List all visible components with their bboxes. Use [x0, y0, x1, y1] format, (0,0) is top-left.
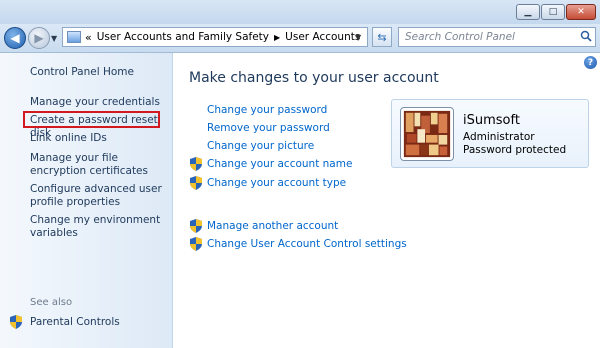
account-role: Administrator [463, 131, 535, 143]
uac-shield-icon [190, 176, 202, 190]
uac-shield-icon [190, 219, 202, 233]
forward-button[interactable]: ▶ [28, 27, 50, 49]
account-status: Password protected [463, 144, 567, 156]
task-configure-advanced-user-profile-properties[interactable]: Configure advanced user profile properti… [30, 183, 170, 209]
task-manage-file-encryption-certificates[interactable]: Manage your file encryption certificates [30, 152, 170, 178]
maximize-button[interactable]: □ [541, 4, 565, 20]
history-dropdown-icon[interactable]: ▼ [51, 34, 57, 43]
page-title: Make changes to your user account [189, 70, 439, 86]
back-button[interactable]: ◀ [4, 27, 26, 49]
content-pane [173, 53, 600, 348]
help-icon[interactable]: ? [584, 56, 597, 69]
manage-another-account-link[interactable]: Manage another account [207, 220, 338, 232]
uac-shield-icon [190, 237, 202, 251]
account-name: iSumsoft [463, 113, 520, 128]
breadcrumb-user-accounts[interactable]: User Accounts [285, 31, 360, 43]
uac-shield-icon [190, 157, 202, 171]
overflow-chevron-icon[interactable]: « [85, 31, 92, 44]
parental-controls-link[interactable]: Parental Controls [30, 316, 170, 329]
highlight-box [23, 111, 160, 128]
avatar [400, 107, 454, 161]
uac-shield-icon [10, 315, 22, 329]
task-change-environment-variables[interactable]: Change my environment variables [30, 214, 170, 240]
search-icon[interactable] [580, 30, 592, 42]
refresh-icon: ⇆ [377, 30, 387, 44]
change-account-name-link[interactable]: Change your account name [207, 158, 352, 170]
change-password-link[interactable]: Change your password [207, 104, 327, 116]
search-input[interactable]: Search Control Panel [398, 27, 596, 47]
change-account-type-link[interactable]: Change your account type [207, 177, 346, 189]
breadcrumb-user-accounts-family-safety[interactable]: User Accounts and Family Safety [97, 31, 269, 43]
forward-arrow-icon: ▶ [34, 31, 44, 45]
refresh-button[interactable]: ⇆ [372, 27, 392, 47]
breadcrumb-separator-icon[interactable]: ▶ [274, 33, 280, 42]
uac-settings-link[interactable]: Change User Account Control settings [207, 238, 407, 250]
control-panel-home-link[interactable]: Control Panel Home [30, 66, 170, 79]
remove-password-link[interactable]: Remove your password [207, 122, 330, 134]
back-arrow-icon: ◀ [10, 31, 20, 45]
minimize-button[interactable]: ▁ [516, 4, 540, 20]
address-bar[interactable]: « User Accounts and Family Safety ▶ User… [62, 27, 368, 47]
change-picture-link[interactable]: Change your picture [207, 140, 314, 152]
title-bar [0, 0, 600, 24]
address-dropdown-icon[interactable]: ▼ [355, 33, 361, 42]
task-link-online-ids[interactable]: Link online IDs [30, 132, 170, 145]
see-also-label: See also [30, 297, 73, 308]
task-manage-credentials[interactable]: Manage your credentials [30, 96, 170, 109]
close-button[interactable]: ✕ [566, 4, 596, 20]
control-panel-icon [67, 31, 81, 43]
